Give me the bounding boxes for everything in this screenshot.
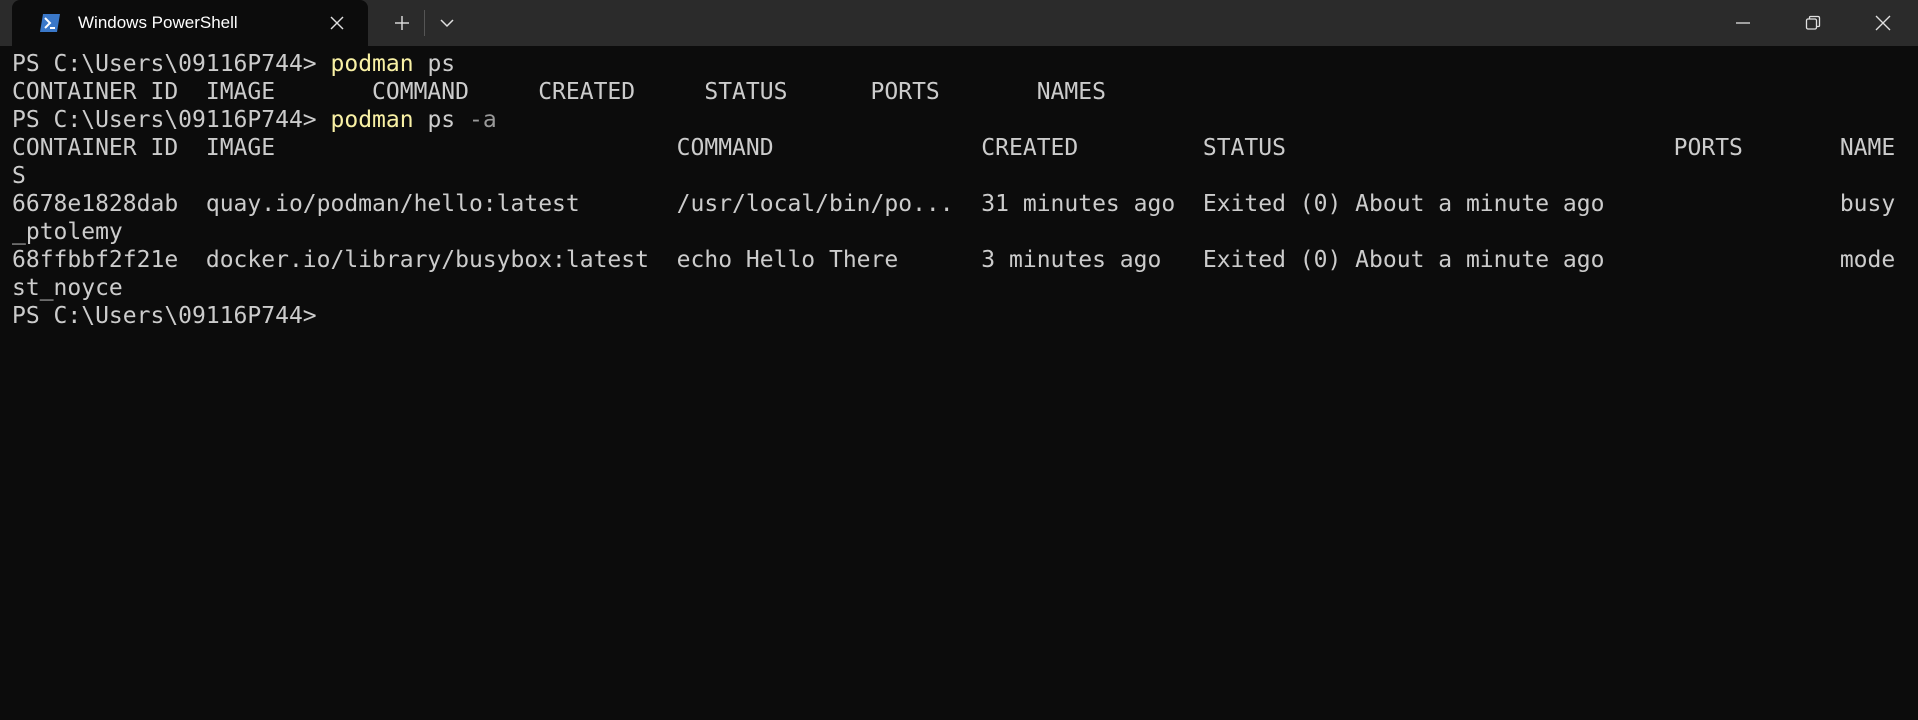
table-row-wrap: st_noyce [12, 275, 123, 301]
table-row: 6678e1828dab quay.io/podman/hello:latest… [12, 191, 1896, 217]
new-tab-button[interactable] [380, 0, 424, 46]
tab-windows-powershell[interactable]: Windows PowerShell [12, 0, 368, 46]
close-icon [1875, 15, 1891, 31]
chevron-down-icon [440, 19, 454, 28]
command-args: ps [413, 107, 456, 133]
plus-icon [395, 16, 409, 30]
minimize-icon [1736, 22, 1750, 24]
table-header: CONTAINER ID IMAGE COMMAND CREATED STATU… [12, 135, 1896, 161]
powershell-window: Windows PowerShell PS C:\Users\09116P744… [0, 0, 1918, 720]
title-bar: Windows PowerShell [0, 0, 1918, 46]
tab-dropdown-button[interactable] [425, 0, 469, 46]
prompt-line: PS C:\Users\09116P744> podman ps -a [12, 106, 1918, 134]
prompt-line: PS C:\Users\09116P744> [12, 302, 1918, 330]
command-name: podman [330, 107, 414, 133]
command-flag: -a [455, 107, 497, 133]
prompt: PS C:\Users\09116P744> [12, 51, 331, 77]
prompt-line: PS C:\Users\09116P744> podman ps [12, 50, 1918, 78]
close-tab-icon[interactable] [320, 6, 354, 40]
command-name: podman [330, 51, 414, 77]
table-header: CONTAINER ID IMAGE COMMAND CREATED STATU… [12, 79, 1106, 105]
command-args: ps [413, 51, 456, 77]
table-header-wrap: S [12, 163, 26, 189]
restore-icon [1805, 15, 1821, 30]
powershell-icon [40, 14, 60, 32]
table-row: 68ffbbf2f21e docker.io/library/busybox:l… [12, 247, 1896, 273]
tab-title: Windows PowerShell [78, 13, 238, 32]
prompt: PS C:\Users\09116P744> [12, 303, 317, 329]
prompt: PS C:\Users\09116P744> [12, 107, 331, 133]
title-bar-drag-area[interactable] [469, 0, 1708, 46]
table-row-wrap: _ptolemy [12, 219, 123, 245]
maximize-button[interactable] [1778, 0, 1848, 46]
terminal-output[interactable]: PS C:\Users\09116P744> podman ps CONTAIN… [12, 50, 1918, 330]
minimize-button[interactable] [1708, 0, 1778, 46]
close-window-button[interactable] [1848, 0, 1918, 46]
